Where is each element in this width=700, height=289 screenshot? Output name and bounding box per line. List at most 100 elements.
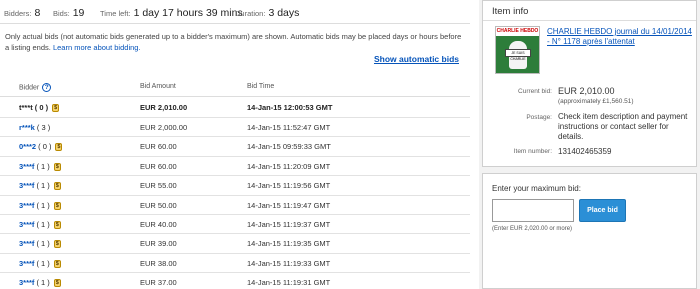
money-bag-icon: $: [53, 279, 61, 288]
duration-label: Duration:: [235, 9, 266, 18]
thumbnail-masthead: CHARLIE HEBDO: [496, 27, 539, 36]
thumbnail-sign: JE SUIS CHARLIE: [505, 49, 531, 61]
show-automatic-bids-link[interactable]: Show automatic bids: [374, 54, 459, 64]
money-bag-icon: $: [53, 220, 61, 229]
divider: [483, 20, 696, 21]
table-row: 3***f( 1 ) $ EUR 55.00 14-Jan-15 11:19:56 G…: [0, 176, 470, 196]
bid-amount-cell: EUR 40.00: [140, 219, 177, 229]
table-row: 3***f( 1 ) $ EUR 60.00 14-Jan-15 11:20:09 G…: [0, 157, 470, 177]
feedback-score[interactable]: ( 1 ): [36, 278, 49, 287]
table-row: t***t( 0 ) $ EUR 2,010.00 14-Jan-15 12:00:5…: [0, 97, 470, 118]
feedback-score[interactable]: ( 1 ): [36, 259, 49, 268]
help-icon[interactable]: ?: [42, 83, 52, 92]
bid-amount-cell: EUR 2,000.00: [140, 123, 188, 132]
feedback-score[interactable]: ( 1 ): [36, 181, 49, 190]
money-bag-icon: $: [53, 162, 61, 171]
feedback-score[interactable]: ( 3 ): [37, 123, 50, 132]
time-left: Time left: 1 day 17 hours 39 mins: [100, 3, 243, 21]
table-row: r***k( 3 ) EUR 2,000.00 14-Jan-15 11:52:47…: [0, 118, 470, 138]
column-bid-amount: Bid Amount: [140, 83, 176, 90]
bid-summary-bar: Bidders: 8 Bids: 19 Time left: 1 day 17 hou…: [0, 0, 470, 24]
bids-value: 19: [72, 7, 85, 19]
bidder-name-link[interactable]: 3***f: [19, 239, 34, 248]
bidder-name-link[interactable]: r***k: [19, 123, 35, 132]
current-bid-approx: (approximately £1,560.51): [558, 98, 634, 105]
bid-time-cell: 14-Jan-15 11:20:09 GMT: [247, 161, 331, 171]
duration: Duration: 3 days: [235, 3, 299, 21]
learn-more-link[interactable]: Learn more about bidding.: [53, 43, 141, 52]
table-row: 3***f( 1 ) $ EUR 50.00 14-Jan-15 11:19:47 G…: [0, 196, 470, 215]
bid-amount-cell: EUR 39.00: [140, 239, 177, 249]
table-row: 0***2( 0 ) $ EUR 60.00 14-Jan-15 09:59:33 G…: [0, 137, 470, 157]
max-bid-input[interactable]: [492, 199, 574, 222]
min-bid-hint: (Enter EUR 2,020.00 or more): [492, 226, 573, 232]
bidder-cell: 3***f( 1 ) $: [19, 201, 61, 210]
feedback-score[interactable]: ( 0 ): [38, 142, 51, 151]
bid-time-cell: 14-Jan-15 12:00:53 GMT: [247, 103, 333, 112]
money-bag-icon: $: [55, 143, 63, 152]
bid-time-cell: 14-Jan-15 11:19:37 GMT: [247, 219, 331, 229]
current-bid-value: EUR 2,010.00: [558, 86, 615, 96]
bidders-count: Bidders: 8: [4, 3, 40, 21]
bidder-cell: t***t( 0 ) $: [19, 103, 60, 113]
bid-amount-cell: EUR 60.00: [140, 142, 177, 152]
bid-history-table: Bidder? Bid Amount Bid Time t***t( 0 ) $ E…: [0, 80, 470, 289]
item-title-link[interactable]: CHARLIE HEBDO journal du 14/01/2014 - N°…: [547, 27, 692, 47]
bidder-name-link[interactable]: 3***f: [19, 278, 34, 287]
bidder-cell: 3***f( 1 ) $: [19, 220, 61, 229]
time-left-value: 1 day 17 hours 39 mins: [133, 7, 243, 19]
current-bid-label: Current bid:: [518, 88, 552, 95]
bidder-name-link[interactable]: 3***f: [19, 259, 34, 268]
money-bag-icon: $: [53, 182, 61, 191]
duration-value: 3 days: [268, 7, 300, 19]
bidder-name-link[interactable]: 3***f: [19, 162, 34, 171]
money-bag-icon: $: [53, 201, 61, 210]
item-info-panel: Item info CHARLIE HEBDO JE SUIS CHARLIE …: [482, 0, 697, 167]
bid-time-cell: 14-Jan-15 11:19:31 GMT: [247, 278, 331, 288]
bid-time-cell: 14-Jan-15 11:19:47 GMT: [247, 200, 331, 210]
column-bid-time: Bid Time: [247, 83, 275, 90]
bid-time-cell: 14-Jan-15 11:19:35 GMT: [247, 239, 331, 249]
bid-amount-cell: EUR 55.00: [140, 181, 177, 191]
postage-value: Check item description and payment instr…: [558, 112, 688, 141]
money-bag-icon: $: [53, 240, 61, 249]
table-row: 3***f( 1 ) $ EUR 38.00 14-Jan-15 11:19:33 G…: [0, 254, 470, 274]
table-row: 3***f( 1 ) $ EUR 39.00 14-Jan-15 11:19:35 G…: [0, 234, 470, 254]
bidder-cell: 3***f( 1 ) $: [19, 162, 61, 171]
bidder-name-link[interactable]: 3***f: [19, 181, 34, 190]
bidder-cell: r***k( 3 ): [19, 123, 50, 132]
feedback-score[interactable]: ( 0 ): [35, 103, 48, 112]
place-bid-button[interactable]: Place bid: [579, 199, 626, 222]
feedback-score[interactable]: ( 1 ): [36, 162, 49, 171]
item-number-label: Item number:: [513, 148, 552, 155]
feedback-score[interactable]: ( 1 ): [36, 220, 49, 229]
bid-amount-cell: EUR 50.00: [140, 200, 177, 210]
bid-time-cell: 14-Jan-15 11:19:56 GMT: [247, 181, 331, 191]
bidder-cell: 3***f( 1 ) $: [19, 239, 61, 249]
bidder-cell: 3***f( 1 ) $: [19, 181, 61, 191]
bidder-cell: 0***2( 0 ) $: [19, 142, 63, 152]
table-row: 3***f( 1 ) $ EUR 37.00 14-Jan-15 11:19:31 G…: [0, 273, 470, 289]
bidder-cell: 3***f( 1 ) $: [19, 278, 61, 288]
bids-label: Bids:: [53, 9, 70, 18]
column-bidder: Bidder?: [19, 83, 52, 92]
bidders-label: Bidders:: [4, 9, 32, 18]
bid-amount-cell: EUR 37.00: [140, 278, 177, 288]
item-thumbnail[interactable]: CHARLIE HEBDO JE SUIS CHARLIE: [495, 26, 540, 74]
bid-amount-cell: EUR 60.00: [140, 161, 177, 171]
bidder-name-link[interactable]: 3***f: [19, 220, 34, 229]
feedback-score[interactable]: ( 1 ): [36, 201, 49, 210]
bid-time-cell: 14-Jan-15 11:52:47 GMT: [247, 123, 331, 132]
bidder-name-link[interactable]: t***t: [19, 103, 33, 112]
place-bid-panel: Enter your maximum bid: Place bid (Enter…: [482, 173, 697, 289]
bids-notice: Only actual bids (not automatic bids gen…: [5, 32, 465, 53]
item-number-value: 131402465359: [558, 147, 612, 156]
postage-label: Postage:: [526, 114, 552, 121]
bidder-name-link[interactable]: 3***f: [19, 201, 34, 210]
bid-amount-cell: EUR 38.00: [140, 258, 177, 268]
bidder-name-link[interactable]: 0***2: [19, 142, 36, 151]
bid-amount-cell: EUR 2,010.00: [140, 103, 188, 112]
money-bag-icon: $: [52, 104, 60, 113]
table-header: Bidder? Bid Amount Bid Time: [0, 80, 470, 97]
feedback-score[interactable]: ( 1 ): [36, 239, 49, 248]
